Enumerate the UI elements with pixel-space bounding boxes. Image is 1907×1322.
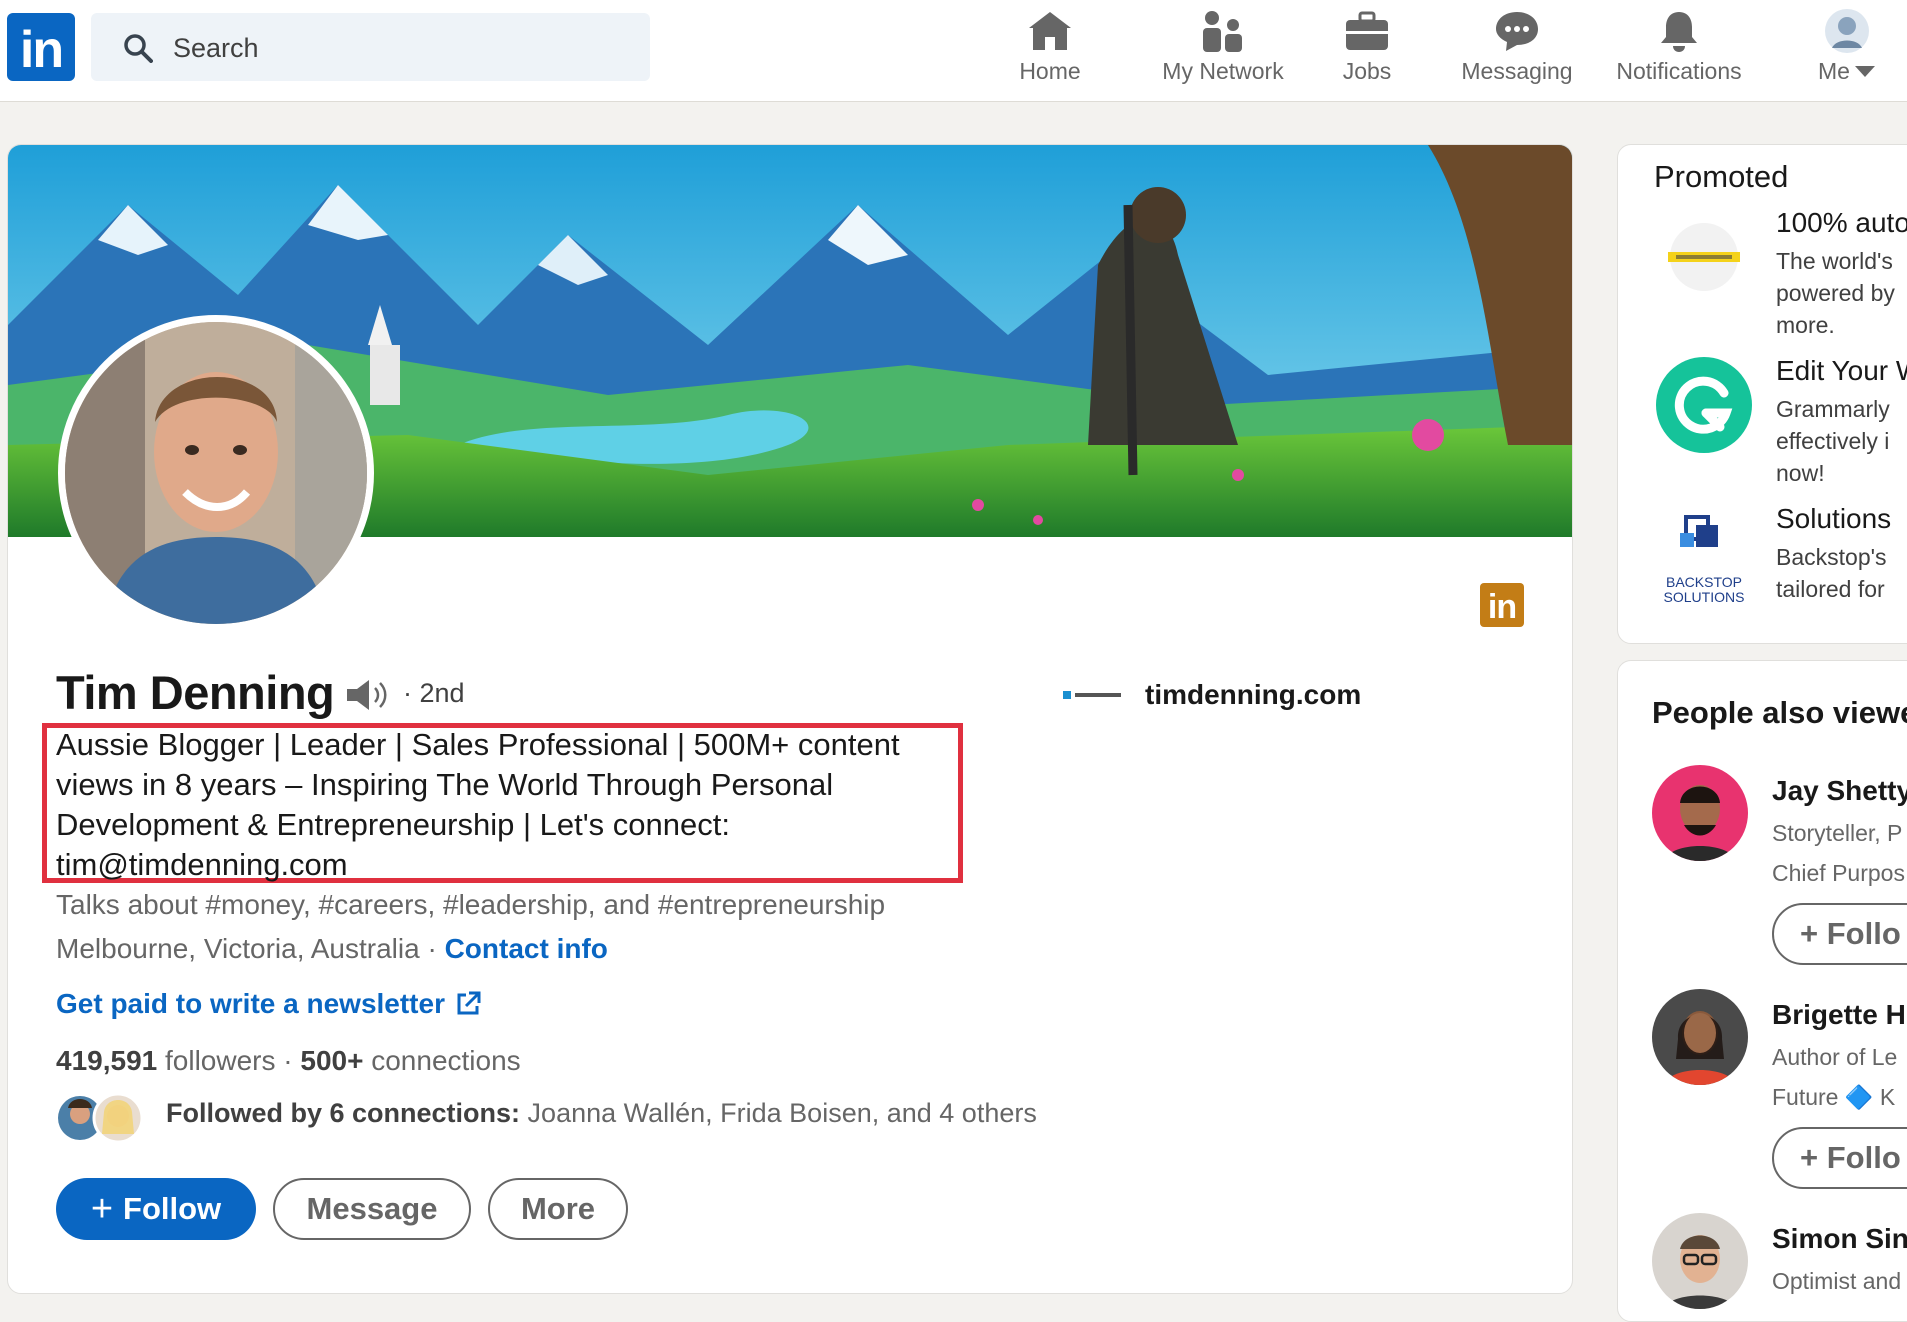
ad-headline: Solutions <box>1776 503 1892 534</box>
briefcase-icon <box>1346 11 1388 50</box>
ad-body: The world's powered by more. <box>1776 248 1895 338</box>
external-link-icon <box>457 991 481 1015</box>
nav-me[interactable]: Me <box>1802 6 1892 96</box>
person-photo <box>1652 989 1748 1085</box>
person-headline-2: Chief Purpos <box>1772 860 1905 886</box>
followed-by-count: Followed by 6 connections: <box>166 1098 521 1128</box>
person-headline: Author of Le <box>1772 1044 1898 1070</box>
connections-count[interactable]: 500+ <box>300 1045 363 1076</box>
location-text: Melbourne, Victoria, Australia <box>56 933 420 964</box>
person-name[interactable]: Simon Sin <box>1772 1223 1907 1255</box>
mutual-connections-avatars <box>58 1092 144 1144</box>
connection-degree: · 2nd <box>403 678 465 708</box>
person-headline: Optimist and <box>1772 1268 1902 1294</box>
followers-count[interactable]: 419,591 <box>56 1045 157 1076</box>
talks-about: Talks about #money, #careers, #leadershi… <box>56 889 886 920</box>
person-photo <box>1652 765 1748 861</box>
ad-headline: Edit Your W <box>1776 355 1907 386</box>
nav-label: Home <box>1019 58 1081 84</box>
linkedin-logo[interactable]: in <box>7 13 75 81</box>
website-logo-icon <box>1063 691 1121 699</box>
profile-photo[interactable] <box>58 315 374 631</box>
location-line: Melbourne, Victoria, Australia · Contact… <box>56 933 608 965</box>
promoted-title: Promoted <box>1654 159 1789 194</box>
follower-stats: 419,591 followers · 500+ connections <box>56 1045 521 1077</box>
more-button[interactable]: More <box>488 1178 628 1240</box>
promoted-card: Promoted 100% auto The world's powered b… <box>1617 144 1907 644</box>
chevron-down-icon <box>1854 66 1875 77</box>
person-headline-2: Future 🔷 K <box>1772 1084 1896 1110</box>
profile-name: Tim Denning <box>56 666 335 719</box>
person-headline: Storyteller, P <box>1772 820 1903 846</box>
people-also-viewed-title: People also viewed <box>1652 695 1907 730</box>
connections-label: connections <box>363 1045 521 1076</box>
name-pronunciation-icon[interactable] <box>345 678 389 712</box>
contact-info-link[interactable]: Contact info <box>445 933 608 964</box>
follow-label: Follo <box>1826 916 1901 951</box>
person-avatar[interactable] <box>1652 989 1748 1085</box>
linkedin-badge-icon: in <box>1480 583 1524 627</box>
nav-label: Jobs <box>1342 58 1392 84</box>
search-bar[interactable] <box>91 13 650 81</box>
person-name[interactable]: Brigette H <box>1772 999 1906 1031</box>
website-text: timdenning.com <box>1145 679 1362 710</box>
grammarly-logo-icon <box>1656 357 1752 453</box>
nav-label: Messaging <box>1461 58 1573 84</box>
backstop-logo-text: BACKSTOP SOLUTIONS <box>1663 574 1745 605</box>
network-icon <box>1203 11 1242 52</box>
nav-jobs[interactable]: Jobs <box>1322 6 1412 96</box>
avatar-icon <box>1825 9 1869 53</box>
location-separator: · <box>419 933 445 964</box>
profile-card: in Tim Denning · 2nd timdenning.com Auss… <box>7 144 1573 1294</box>
nav-label: Notifications <box>1616 58 1742 84</box>
person-photo <box>1652 1213 1748 1309</box>
nav-label: My Network <box>1162 58 1284 84</box>
plus-icon: + <box>90 1187 114 1230</box>
search-icon <box>124 34 153 63</box>
ad-body: Grammarly effectively i now! <box>1776 396 1890 486</box>
search-input[interactable] <box>171 27 625 69</box>
person-follow-button[interactable]: + Follo <box>1772 903 1907 965</box>
nav-home[interactable]: Home <box>1000 6 1100 96</box>
nav-messaging[interactable]: Messaging <box>1452 6 1582 96</box>
stats-separator: · <box>275 1045 301 1076</box>
person-name[interactable]: Jay Shetty <box>1772 775 1907 807</box>
person-avatar[interactable] <box>1652 1213 1748 1309</box>
nav-my-network[interactable]: My Network <box>1148 6 1298 96</box>
followers-label: followers <box>157 1045 276 1076</box>
follow-label: Follo <box>1826 1140 1901 1175</box>
people-also-viewed-card: People also viewed Jay Shetty Storytelle… <box>1617 660 1907 1322</box>
followed-by-names: Joanna Wallén, Frida Boisen, and 4 other… <box>520 1098 1037 1128</box>
nav-label: Me <box>1802 58 1892 85</box>
newsletter-link[interactable]: Get paid to write a newsletter <box>56 988 481 1020</box>
bell-icon <box>1661 12 1697 52</box>
follow-label: Follow <box>123 1191 222 1226</box>
ad-headline: 100% auto <box>1776 207 1907 238</box>
ad-body: Backstop's tailored for <box>1776 544 1887 602</box>
message-button[interactable]: Message <box>273 1178 471 1240</box>
person-follow-button[interactable]: + Follo <box>1772 1127 1907 1189</box>
me-label: Me <box>1818 58 1850 84</box>
newsletter-text: Get paid to write a newsletter <box>56 988 445 1019</box>
follow-button[interactable]: + Follow <box>56 1178 256 1240</box>
home-icon <box>1029 12 1071 50</box>
profile-headline: Aussie Blogger | Leader | Sales Professi… <box>56 727 900 882</box>
person-avatar[interactable] <box>1652 765 1748 861</box>
top-nav: in Home My Network Jobs Messaging Notifi… <box>0 0 1907 102</box>
nav-notifications[interactable]: Notifications <box>1604 6 1754 96</box>
messaging-icon <box>1496 12 1538 51</box>
autotix-logo-icon <box>1668 223 1740 291</box>
profile-photo-image <box>65 322 367 624</box>
